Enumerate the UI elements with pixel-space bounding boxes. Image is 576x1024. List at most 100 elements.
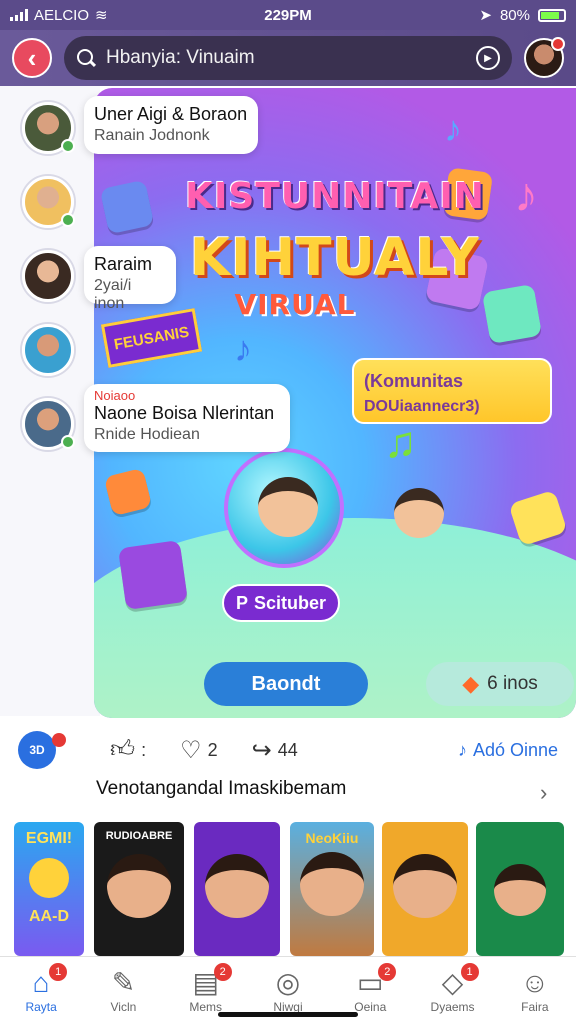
action-row: 3D 👍︎ : ♡ 2 ↪ 44 ♪ Adó Oinne <box>18 730 558 770</box>
add-label: Adó Oinne <box>472 739 558 760</box>
heart-button[interactable]: ♡ 2 <box>180 736 218 765</box>
character-2 <box>394 488 444 538</box>
contact-avatar-5[interactable] <box>22 398 75 450</box>
secondary-action-button[interactable]: ◆ 6 inos <box>426 662 574 706</box>
tab-messages[interactable]: ◇ Dyaems 1 <box>411 957 493 1024</box>
tab-label: Rayta <box>25 999 57 1014</box>
share-button[interactable]: ↪ 44 <box>252 736 298 765</box>
location-icon: ➤ <box>479 7 492 24</box>
wifi-icon: ≋ <box>95 7 108 24</box>
thumbnail-face <box>205 854 269 918</box>
box-tile-icon <box>117 539 189 611</box>
music-note-icon: ♪ <box>444 108 462 149</box>
like-count: : <box>141 739 147 760</box>
video-thumbnail[interactable]: RUDIOABRE <box>94 822 184 956</box>
video-thumbnail[interactable] <box>382 822 468 956</box>
clock: 229PM <box>264 6 312 24</box>
tab-label: Mems <box>189 999 223 1014</box>
music-note-icon: ♪ <box>234 328 252 369</box>
contact-name: Naone Boisa Nlerintan <box>94 403 275 423</box>
music-note-icon: ♫ <box>384 418 417 467</box>
carrier-label: AELCIO <box>34 6 90 24</box>
heart-count: 2 <box>207 739 218 760</box>
notification-dot <box>551 37 565 51</box>
subscribe-label: Scituber <box>253 592 327 613</box>
contact-name: Raraim <box>94 254 153 274</box>
chevron-right-icon[interactable]: › <box>540 780 547 806</box>
tab-label: Oeina <box>354 999 387 1014</box>
play-icon[interactable]: ▶ <box>476 46 500 70</box>
battery-icon <box>538 8 566 22</box>
thumbs-up-icon: 👍︎ <box>110 736 136 763</box>
speech-line1: (Komunitas <box>364 371 463 391</box>
globe-icon <box>29 858 69 898</box>
search-input[interactable]: Hbanyia: Vinuaim ▶ <box>64 36 512 80</box>
thumbnail-label: NeoKiiu <box>305 830 359 846</box>
thumbnail-label: RUDIOABRE <box>105 830 173 842</box>
thumbnail-sub: AA-D <box>29 908 69 925</box>
heart-icon: ♡ <box>180 736 202 764</box>
banner-title-line1: KISTUNNITAIN <box>185 176 485 217</box>
secondary-action-label: 6 inos <box>487 673 538 694</box>
video-thumbnail[interactable]: NeoKiiu <box>290 822 374 956</box>
thumbnail-label: EGMI! <box>25 830 73 847</box>
section-title: Venotangandal Imaskibemam <box>96 778 347 799</box>
tab-edit[interactable]: ✎ Vicln <box>82 957 164 1024</box>
contact-name: Uner Aigi & Boraon <box>94 104 248 124</box>
user-avatar[interactable] <box>524 37 565 78</box>
contact-avatar-4[interactable] <box>22 324 74 376</box>
home-indicator <box>218 1012 358 1017</box>
contact-card-2[interactable]: Raraim 2yai/i inon <box>84 246 176 312</box>
video-thumbnail[interactable] <box>194 822 280 956</box>
online-badge <box>61 213 75 227</box>
music-note-icon: ♪ <box>457 739 467 760</box>
thumbnail-face <box>494 864 546 916</box>
search-icon <box>76 48 96 68</box>
tab-badge: 1 <box>49 963 68 981</box>
add-button[interactable]: ♪ Adó Oinne <box>458 740 558 761</box>
like-button[interactable]: 👍︎ : <box>110 736 146 764</box>
tab-home[interactable]: ⌂ Rayta 1 <box>0 957 82 1024</box>
channel-logo[interactable]: 3D <box>18 731 66 769</box>
subscribe-icon: P <box>235 592 248 613</box>
contact-avatar-1[interactable] <box>22 102 75 154</box>
book-tile-icon <box>103 467 153 517</box>
speech-bubble: (Komunitas DOUiaannecr3) <box>352 358 552 424</box>
home-icon: ⌂ <box>32 966 50 998</box>
contact-card-3[interactable]: Noiaoo Naone Boisa Nlerintan Rnide Hodie… <box>84 384 290 452</box>
tab-label: Vicln <box>110 999 137 1014</box>
tab-label: Faira <box>521 999 549 1014</box>
character-face <box>258 477 318 537</box>
primary-action-button[interactable]: Baondt <box>204 662 368 706</box>
tab-profile[interactable]: ☺ Faira <box>494 957 576 1024</box>
thumbnail-face <box>107 854 171 918</box>
edit-icon: ✎ <box>111 966 136 998</box>
subscribe-button[interactable]: P Scituber <box>222 584 340 622</box>
online-badge <box>61 435 75 449</box>
speech-line2: DOUiaannecr3) <box>364 398 480 415</box>
flame-icon: ◆ <box>462 671 480 696</box>
battery-percent: 80% <box>499 6 530 24</box>
contact-card-1[interactable]: Uner Aigi & Boraon Ranain Jodnonk <box>84 96 258 154</box>
contact-sub: 2yai/i inon <box>94 277 132 312</box>
online-badge <box>61 139 75 153</box>
contact-avatar-3[interactable] <box>22 250 74 302</box>
top-header: ‹ Hbanyia: Vinuaim ▶ <box>0 30 576 86</box>
contact-tag: Noiaoo <box>94 388 136 403</box>
character-bubble <box>224 448 344 568</box>
search-text: Hbanyia: Vinuaim <box>106 47 255 68</box>
explore-icon: ◎ <box>275 966 301 998</box>
contact-avatar-2[interactable] <box>22 176 75 228</box>
video-thumbnail[interactable]: EGMI! AA-D <box>14 822 84 956</box>
video-thumbnail[interactable] <box>476 822 564 956</box>
tab-badge: 1 <box>460 963 479 981</box>
tab-badge: 2 <box>213 963 232 981</box>
signal-icon <box>10 9 28 21</box>
game-tile-icon <box>508 489 568 547</box>
tab-label: Dyaems <box>430 999 475 1014</box>
back-button[interactable]: ‹ <box>12 38 52 78</box>
thumbnail-face <box>300 852 364 916</box>
share-count: 44 <box>277 739 298 760</box>
contact-sub: Rnide Hodiean <box>94 426 200 443</box>
contact-sub: Ranain Jodnonk <box>94 127 210 144</box>
